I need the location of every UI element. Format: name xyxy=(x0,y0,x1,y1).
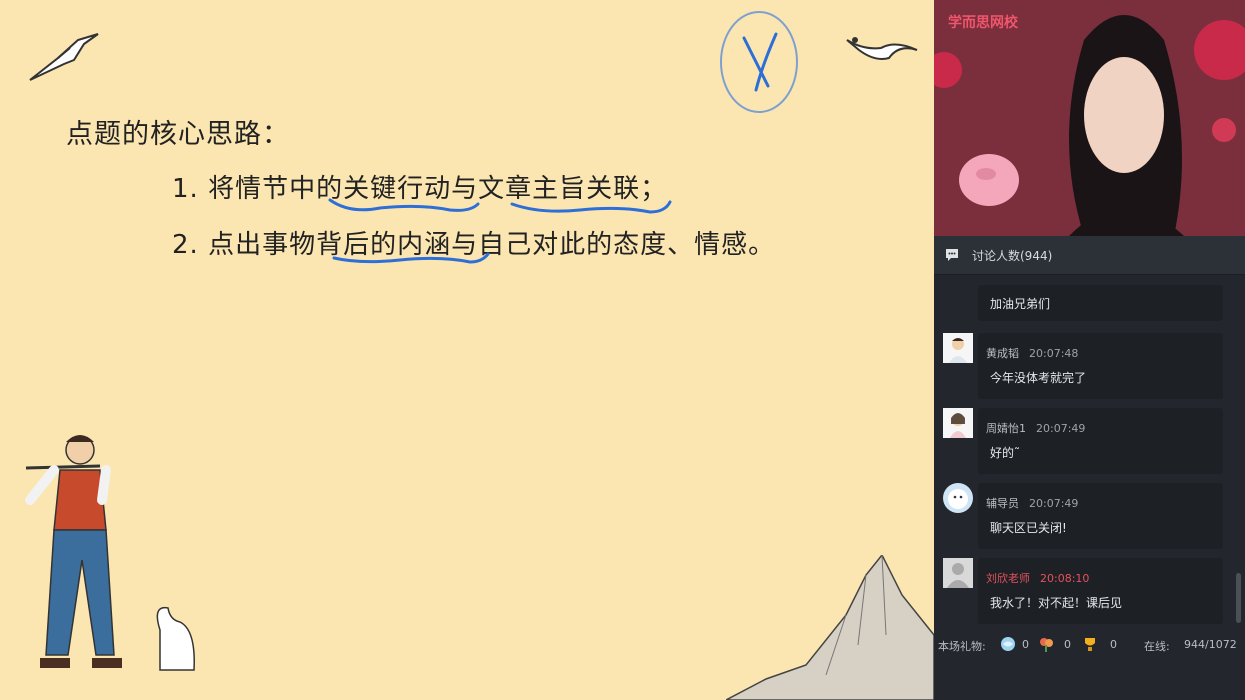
chat-bubble-icon xyxy=(946,249,958,261)
message-author: 黄成韬 xyxy=(986,347,1019,360)
message-author: 辅导员 xyxy=(986,497,1019,510)
gift-count-3: 0 xyxy=(1110,638,1117,651)
gift-footer: 本场礼物: 0 0 0 在线: 944/1072 xyxy=(934,630,1245,660)
flower-gift-icon[interactable] xyxy=(1038,636,1054,652)
message-time: 20:08:10 xyxy=(1040,572,1090,585)
chat-list[interactable]: 加油兄弟们 黄成韬 20:07:48 今年没体考就完了 周婧怡1 20:07:49 xyxy=(934,275,1245,630)
online-label: 在线: xyxy=(1144,640,1170,653)
gifts-label: 本场礼物: xyxy=(938,640,986,653)
brand-logo: 学而思网校 xyxy=(948,15,1018,31)
chat-count-title: 讨论人数(944) xyxy=(972,249,1053,263)
message-text: 聊天区已关闭! xyxy=(990,521,1067,535)
message-time: 20:07:49 xyxy=(1036,422,1086,435)
mountain-illustration xyxy=(726,555,934,700)
user-avatar[interactable] xyxy=(943,558,973,588)
candy-gift-icon[interactable] xyxy=(1000,636,1016,652)
message-text: 我水了！对不起！课后见 xyxy=(990,596,1123,610)
online-count: 944/1072 xyxy=(1184,638,1237,651)
flute-player-illustration xyxy=(25,435,195,671)
trophy-gift-icon[interactable] xyxy=(1082,636,1098,652)
teacher-video[interactable]: 学而思网校 xyxy=(934,0,1245,236)
gift-count-2: 0 xyxy=(1064,638,1071,651)
gift-count-1: 0 xyxy=(1022,638,1029,651)
message-text: 好的˜ xyxy=(990,446,1021,460)
user-avatar[interactable] xyxy=(943,483,973,513)
message-time: 20:07:49 xyxy=(1029,497,1079,510)
video-frame xyxy=(934,0,1245,236)
chat-message: 加油兄弟们 xyxy=(978,285,1223,321)
handwritten-underlines xyxy=(328,198,672,264)
side-panel: 学而思网校 讨论人数(944) 加油兄弟们 黄成韬 20:07:48 今年没体考就… xyxy=(934,0,1245,700)
lesson-slide: 点题的核心思路： 1. 将情节中的关键行动与文章主旨关联； 2. 点出事物背后的… xyxy=(0,0,934,700)
user-avatar[interactable] xyxy=(943,333,973,363)
chat-scrollbar[interactable] xyxy=(1236,573,1241,623)
default-user-icon xyxy=(943,558,973,588)
user-avatar[interactable] xyxy=(943,408,973,438)
message-author: 周婧怡1 xyxy=(986,422,1026,435)
doctor-avatar-icon xyxy=(943,333,973,363)
message-text: 今年没体考就完了 xyxy=(990,371,1087,385)
message-text: 加油兄弟们 xyxy=(990,297,1051,311)
nurse-avatar-icon xyxy=(943,408,973,438)
message-time: 20:07:48 xyxy=(1029,347,1079,360)
message-author: 刘欣老师 xyxy=(986,572,1030,585)
assistant-avatar-icon xyxy=(943,483,973,513)
chat-header: 讨论人数(944) xyxy=(934,236,1245,275)
